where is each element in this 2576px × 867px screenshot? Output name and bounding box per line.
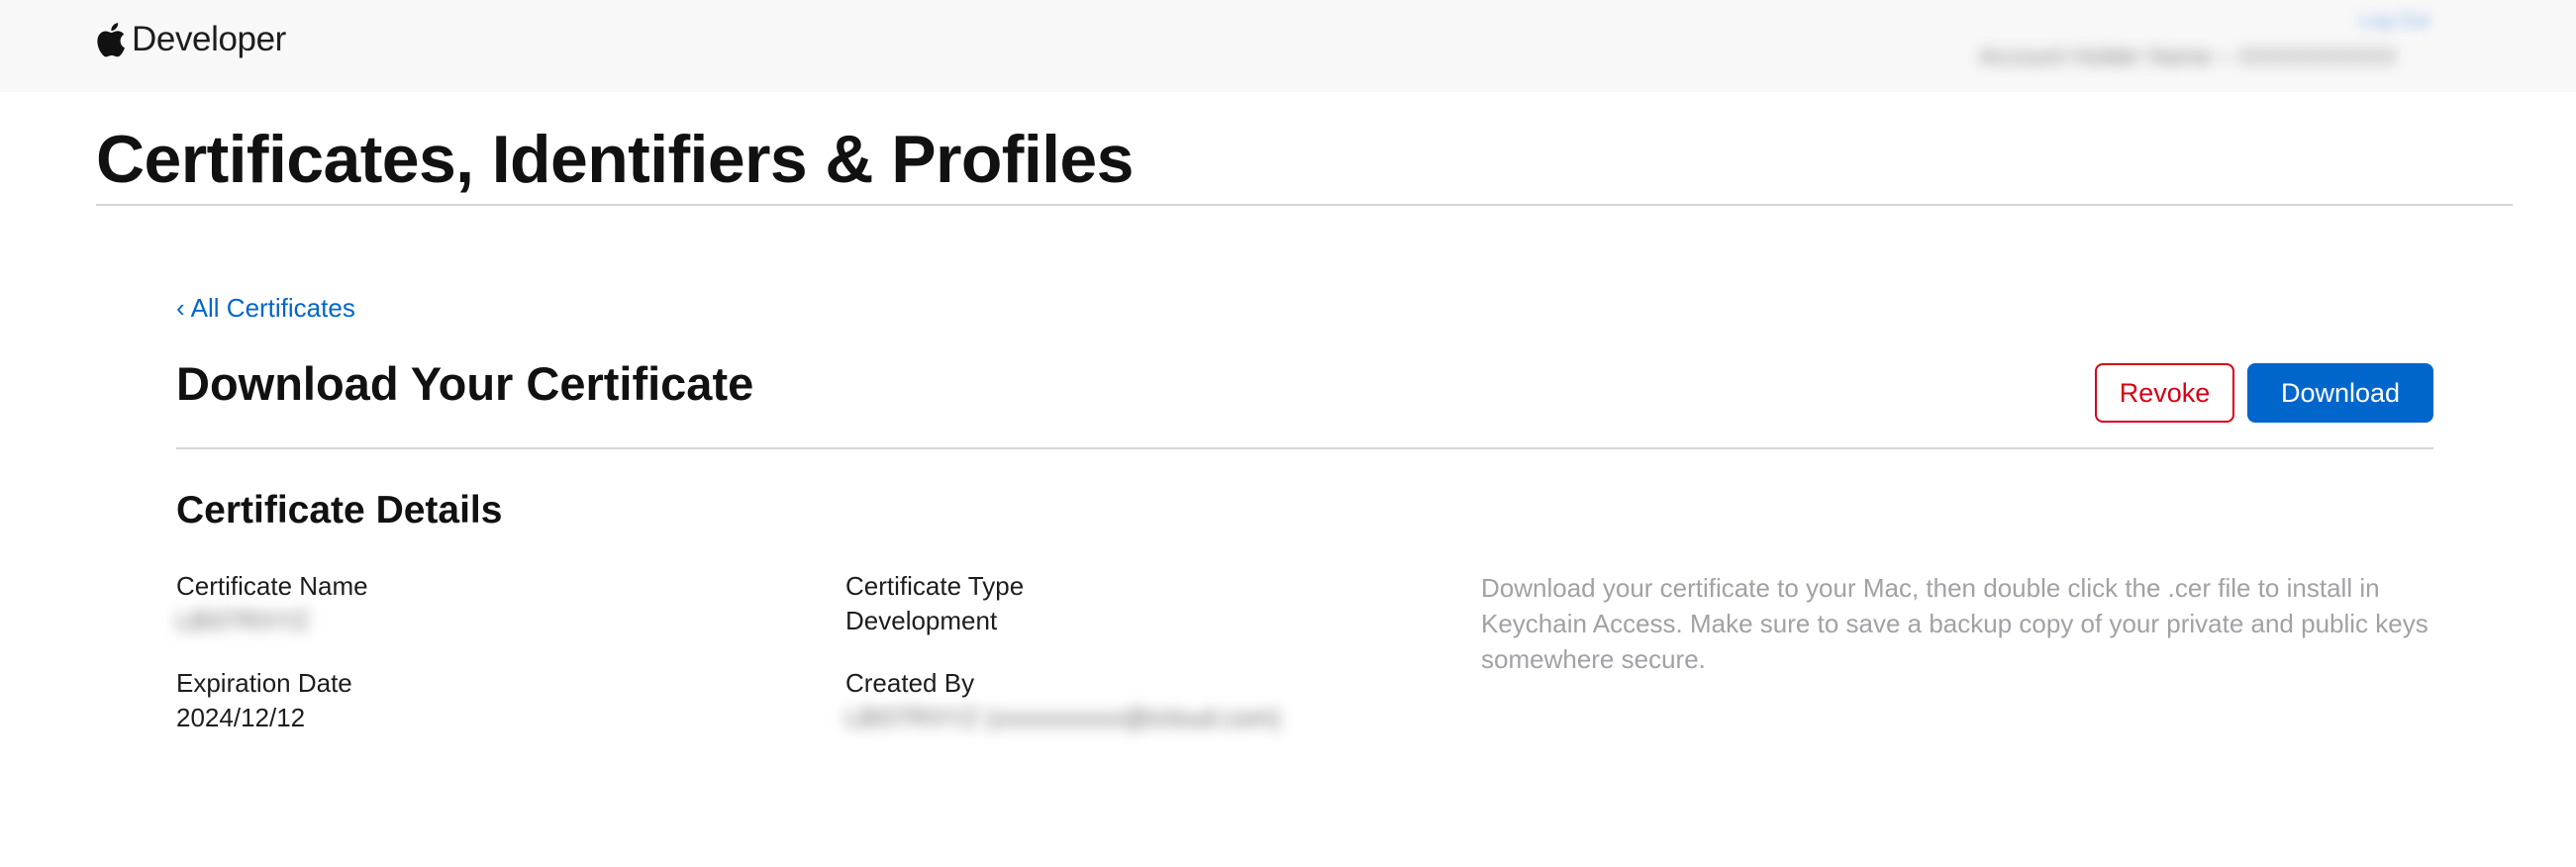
certificate-name-field: Certificate Name LBSTRXYZ: [176, 569, 368, 638]
back-link-label: All Certificates: [190, 293, 355, 323]
page-title: Certificates, Identifiers & Profiles: [96, 122, 1134, 197]
sign-out-link[interactable]: Log Out: [2359, 10, 2494, 32]
certificate-name-value: LBSTRXYZ: [176, 606, 310, 635]
brand-name: Developer: [132, 20, 286, 58]
account-team-name: Account Holder Name – XXXXXXXXXX: [1979, 44, 2397, 70]
expiration-date-field: Expiration Date 2024/12/12: [176, 666, 352, 735]
certificate-type-label: Certificate Type: [845, 571, 1025, 601]
created-by-label: Created By: [845, 668, 975, 698]
apple-logo-icon: [96, 22, 126, 57]
certificate-type-value: Development: [845, 606, 998, 635]
chevron-left-icon: ‹: [176, 293, 185, 323]
certificate-type-field: Certificate Type Development: [845, 569, 1024, 638]
created-by-value: LBSTRXYZ (xxxxxxxxxx@icloud.com): [845, 703, 1281, 732]
download-button[interactable]: Download: [2247, 363, 2433, 423]
section-divider: [176, 447, 2433, 449]
all-certificates-back-link[interactable]: ‹ All Certificates: [176, 293, 355, 324]
title-divider: [96, 204, 2513, 206]
developer-brand[interactable]: Developer: [96, 17, 286, 62]
section-title: Download Your Certificate: [176, 357, 754, 410]
download-instructions: Download your certificate to your Mac, t…: [1481, 573, 2428, 674]
certificate-details-heading: Certificate Details: [176, 489, 503, 531]
expiration-date-label: Expiration Date: [176, 668, 352, 698]
global-header: Developer Log Out Account Holder Name – …: [0, 0, 2576, 92]
revoke-button[interactable]: Revoke: [2095, 363, 2234, 423]
certificate-name-label: Certificate Name: [176, 571, 368, 601]
expiration-date-value: 2024/12/12: [176, 703, 306, 732]
created-by-field: Created By LBSTRXYZ (xxxxxxxxxx@icloud.c…: [845, 666, 1281, 735]
